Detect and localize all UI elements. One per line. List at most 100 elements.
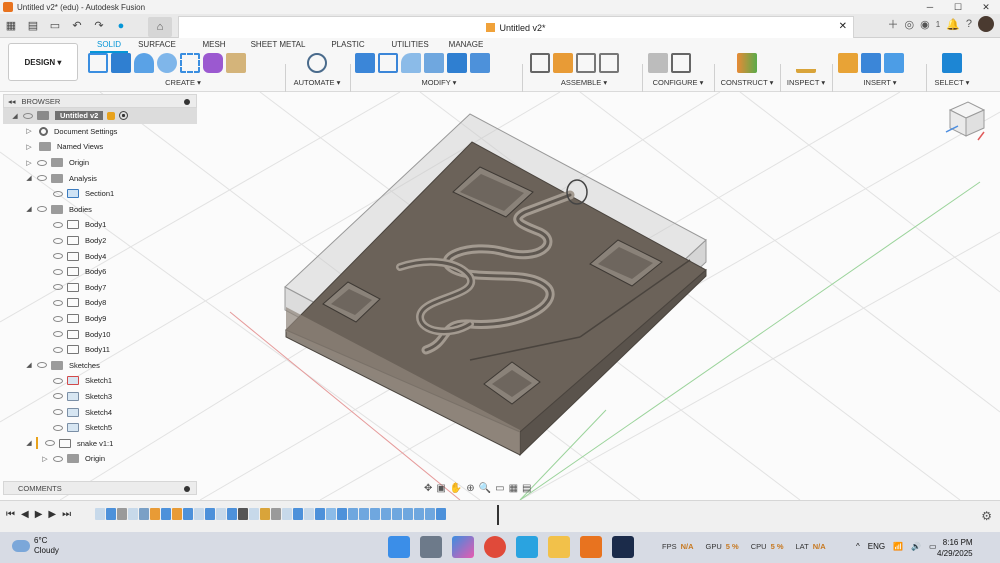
tree-root[interactable]: ◢ Untitled v2	[3, 108, 197, 124]
notifications-icon[interactable]: 🔔	[946, 18, 960, 31]
insert-mesh-icon[interactable]	[861, 53, 881, 73]
timeline-component-icon[interactable]	[150, 508, 160, 520]
automate-icon[interactable]	[307, 53, 327, 73]
timeline-extrude-icon[interactable]	[337, 508, 347, 520]
close-window-icon[interactable]: ✕	[972, 0, 1000, 14]
collapse-browser-icon[interactable]: ◂◂	[8, 97, 16, 106]
extensions-icon[interactable]: ◉	[920, 18, 930, 31]
battery-icon[interactable]: ▭	[929, 542, 937, 551]
tree-item-body[interactable]: Body9	[3, 311, 197, 327]
viewports-icon[interactable]: ▤	[522, 483, 531, 494]
minimize-icon[interactable]: ─	[916, 0, 944, 14]
tree-item-body[interactable]: Body7	[3, 280, 197, 296]
visibility-icon[interactable]	[53, 268, 63, 275]
timeline-sketch-icon[interactable]	[128, 508, 138, 520]
tree-item-sketch[interactable]: Sketch3	[3, 389, 197, 405]
create-menu[interactable]: CREATE ▾	[88, 78, 278, 87]
save-icon[interactable]: ▭	[44, 15, 66, 37]
activate-component-icon[interactable]	[119, 111, 129, 121]
table-icon[interactable]	[671, 53, 691, 73]
tree-item-body[interactable]: Body6	[3, 264, 197, 280]
tree-item-sketch[interactable]: Sketch1	[3, 373, 197, 389]
comments-panel[interactable]: COMMENTS	[3, 481, 197, 495]
timeline-sweep-icon[interactable]	[414, 508, 424, 520]
browser-pin-icon[interactable]	[184, 99, 190, 105]
select-menu[interactable]: SELECT ▾	[932, 78, 972, 87]
expand-arrow-icon[interactable]: ▷	[25, 127, 33, 135]
configure-icon[interactable]	[648, 53, 668, 73]
press-pull-icon[interactable]	[355, 53, 375, 73]
comments-pin-icon[interactable]	[184, 486, 190, 492]
select-cursor-icon[interactable]	[942, 53, 962, 73]
timeline-sweep-icon[interactable]	[403, 508, 413, 520]
visibility-icon[interactable]	[53, 455, 63, 462]
telegram-icon[interactable]	[516, 536, 538, 558]
visibility-icon[interactable]	[53, 284, 63, 291]
windows-start-icon[interactable]	[388, 536, 410, 558]
tree-item-body[interactable]: Body2	[3, 233, 197, 249]
clock[interactable]: 8:16 PM 4/29/2025	[937, 537, 973, 559]
offset-plane-icon[interactable]	[737, 53, 757, 73]
pattern-icon[interactable]	[180, 53, 200, 73]
document-tab[interactable]: Untitled v2* ✕	[178, 16, 854, 38]
tree-item-body[interactable]: Body8	[3, 295, 197, 311]
play-icon[interactable]: ▶	[35, 509, 43, 520]
fillet-icon[interactable]	[378, 53, 398, 73]
visibility-icon[interactable]	[37, 175, 47, 182]
close-tab-icon[interactable]: ✕	[839, 21, 847, 32]
visibility-icon[interactable]	[37, 159, 47, 166]
view-cube[interactable]	[945, 101, 986, 141]
visibility-icon[interactable]	[53, 237, 63, 244]
canvas-icon[interactable]	[884, 53, 904, 73]
timeline-sketch-icon[interactable]	[216, 508, 226, 520]
visibility-icon[interactable]	[53, 315, 63, 322]
timeline-sketch-icon[interactable]	[95, 508, 105, 520]
collapse-arrow-icon[interactable]: ◢	[25, 174, 33, 182]
expand-arrow-icon[interactable]: ▷	[25, 143, 33, 151]
weather-widget[interactable]: 6°C Cloudy	[12, 536, 59, 556]
visibility-icon[interactable]	[53, 409, 63, 416]
help-icon[interactable]: ?	[966, 18, 972, 30]
hole-icon[interactable]	[157, 53, 177, 73]
timeline-sketch-icon[interactable]	[282, 508, 292, 520]
derive-icon[interactable]	[226, 53, 246, 73]
automate-menu[interactable]: AUTOMATE ▾	[292, 78, 342, 87]
fusion-taskbar-icon[interactable]	[580, 536, 602, 558]
notion-like-icon[interactable]	[612, 536, 634, 558]
tree-item-body[interactable]: Body11	[3, 342, 197, 358]
inspect-menu[interactable]: INSPECT ▾	[784, 78, 828, 87]
visibility-icon[interactable]	[53, 299, 63, 306]
zoom-icon[interactable]: ⊕	[466, 483, 474, 494]
visibility-icon[interactable]	[53, 221, 63, 228]
timeline-sketch-icon[interactable]	[194, 508, 204, 520]
tree-item-document-settings[interactable]: ▷ Document Settings	[3, 124, 197, 140]
collapse-arrow-icon[interactable]: ◢	[25, 205, 33, 213]
step-forward-icon[interactable]: ▶	[48, 509, 56, 520]
tree-item-analysis[interactable]: ◢ Analysis	[3, 170, 197, 186]
timeline-fillet-icon[interactable]	[326, 508, 336, 520]
home-tab-icon[interactable]: ⌂	[148, 17, 172, 37]
zoom-window-icon[interactable]: 🔍	[479, 483, 491, 494]
go-to-end-icon[interactable]: ⏭	[62, 509, 71, 520]
browser-header[interactable]: ◂◂ BROWSER	[3, 94, 197, 108]
visibility-icon[interactable]	[45, 440, 55, 447]
new-component-icon[interactable]	[530, 53, 550, 73]
tree-item-named-views[interactable]: ▷ Named Views	[3, 139, 197, 155]
timeline-combine-icon[interactable]	[315, 508, 325, 520]
tree-item-origin[interactable]: ▷ Origin	[3, 451, 197, 467]
task-view-icon[interactable]	[420, 536, 442, 558]
configure-menu[interactable]: CONFIGURE ▾	[648, 78, 708, 87]
tree-item-sketch[interactable]: Sketch4	[3, 404, 197, 420]
look-at-icon[interactable]: ▣	[436, 483, 445, 494]
file-explorer-icon[interactable]	[548, 536, 570, 558]
data-panel-icon[interactable]: ●	[110, 15, 132, 37]
visibility-icon[interactable]	[53, 190, 63, 197]
tree-item-body[interactable]: Body1	[3, 217, 197, 233]
grid-settings-icon[interactable]: ▦	[509, 483, 518, 494]
joint-icon[interactable]	[553, 53, 573, 73]
timeline-marker[interactable]	[497, 505, 499, 525]
collapse-arrow-icon[interactable]: ◢	[11, 112, 19, 120]
tree-item-sketch[interactable]: Sketch5	[3, 420, 197, 436]
visibility-icon[interactable]	[53, 377, 63, 384]
timeline-section-icon[interactable]	[260, 508, 270, 520]
